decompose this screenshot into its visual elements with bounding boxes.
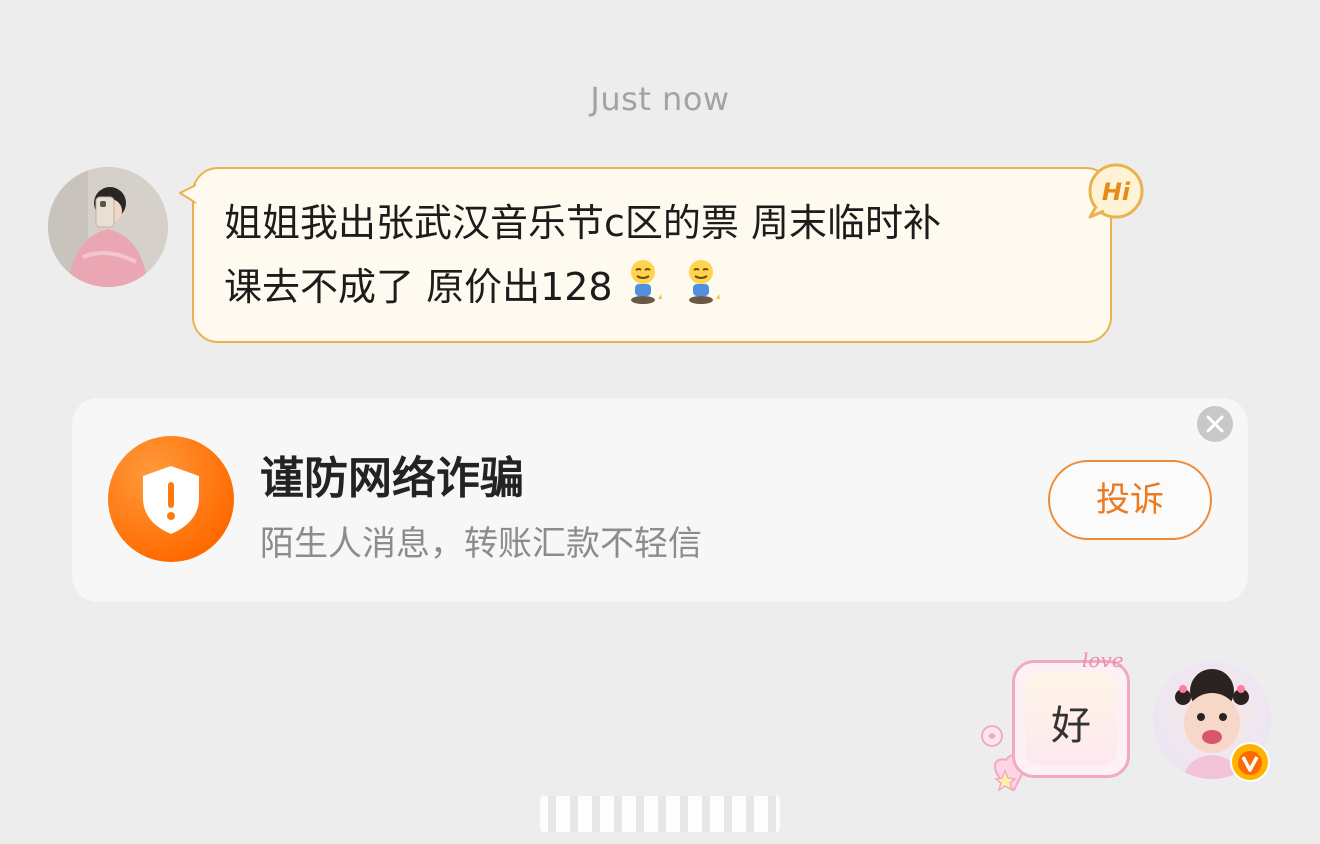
bubble-tail-icon	[179, 184, 198, 204]
shield-alert-icon	[108, 436, 234, 562]
love-sticker-text: love	[1082, 648, 1124, 672]
incoming-message-bubble[interactable]: 姐姐我出张武汉音乐节c区的票 周末临时补 课去不成了 原价出128	[179, 167, 1112, 343]
sender-avatar-image	[48, 167, 168, 287]
warning-title: 谨防网络诈骗	[260, 453, 524, 504]
report-button[interactable]: 投诉	[1048, 460, 1212, 540]
warning-subtitle: 陌生人消息，转账汇款不轻信	[260, 524, 702, 564]
message-line-1: 姐姐我出张武汉音乐节c区的票 周末临时补	[224, 201, 941, 245]
kneeling-smile-emoji-icon	[681, 258, 729, 325]
kneeling-smile-emoji-icon	[623, 258, 671, 325]
fraud-warning-card: 谨防网络诈骗 陌生人消息，转账汇款不轻信 投诉	[72, 398, 1248, 602]
close-warning-button[interactable]	[1197, 406, 1233, 442]
outgoing-message-bubble[interactable]: 好	[1012, 660, 1130, 778]
outgoing-message-text: 好	[1051, 703, 1091, 749]
watermark	[540, 796, 780, 832]
sender-avatar[interactable]	[48, 167, 168, 287]
hi-bubble-decoration: Hi	[1086, 163, 1146, 223]
message-line-2: 课去不成了 原价出128	[224, 265, 613, 309]
vip-badge-icon	[1230, 742, 1270, 782]
hi-badge-text: Hi	[1102, 178, 1131, 206]
message-timestamp: Just now	[590, 80, 730, 118]
close-icon	[1206, 415, 1224, 433]
